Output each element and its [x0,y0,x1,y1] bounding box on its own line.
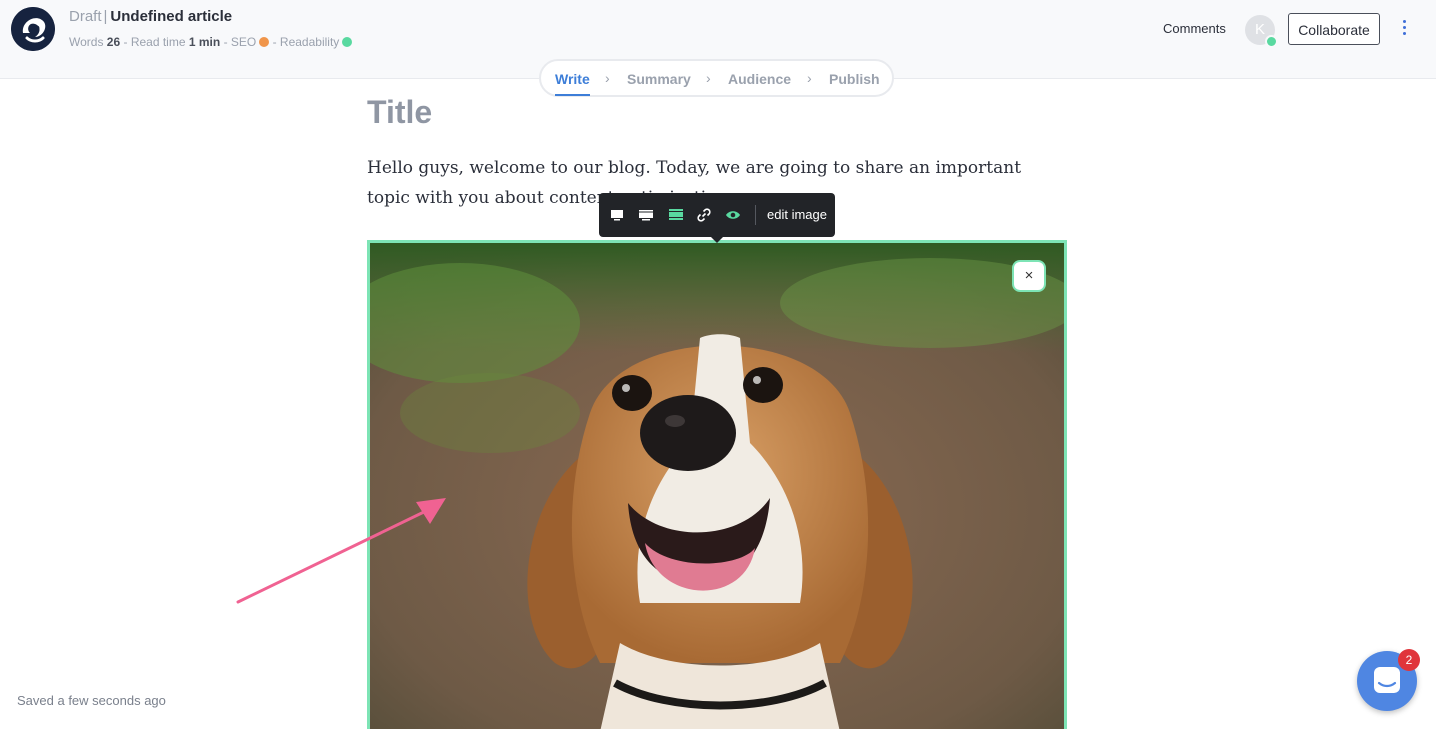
chevron-right-icon: › [605,70,610,86]
article-image[interactable] [367,240,1067,729]
eye-icon[interactable] [725,207,741,223]
words-count: 26 [106,35,121,49]
readability-label: - Readability [272,35,340,49]
chevron-right-icon: › [807,70,812,86]
document-stats: Words 26 - Read time 1 min - SEO - Reada… [69,35,353,49]
step-write[interactable]: Write [555,71,590,96]
seo-status-dot[interactable] [259,37,270,47]
toolbar-divider [755,205,756,225]
document-title-line: Draft | Undefined article [69,8,232,25]
user-avatar[interactable]: K [1245,15,1278,48]
monitor-wide-icon[interactable] [638,207,654,223]
read-time-label: - Read time [123,35,186,49]
monitor-small-icon[interactable] [609,207,625,223]
workflow-stepper: Write › Summary › Audience › Publish [539,59,894,97]
words-label: Words [69,35,104,49]
article-title-field[interactable]: Title [367,94,432,131]
seo-label: - SEO [223,35,257,49]
chevron-right-icon: › [706,70,711,86]
document-status: Draft [69,8,102,25]
dog-photo [370,243,1064,729]
monitor-full-icon[interactable] [668,207,684,223]
step-audience[interactable]: Audience [728,71,791,87]
title-separator: | [103,8,108,25]
more-options-icon[interactable] [1398,20,1410,40]
link-icon[interactable] [696,207,712,223]
comments-button[interactable]: Comments [1163,21,1226,36]
avatar-initial: K [1254,21,1265,38]
notification-badge: 2 [1398,649,1420,671]
save-status: Saved a few seconds ago [17,693,166,708]
step-publish[interactable]: Publish [829,71,880,87]
collaborate-button[interactable]: Collaborate [1288,13,1380,45]
annotation-arrow-icon [236,498,446,604]
edit-image-button[interactable]: edit image [767,207,827,222]
step-summary[interactable]: Summary [627,71,691,87]
app-logo[interactable] [11,7,55,51]
document-title[interactable]: Undefined article [110,8,232,25]
online-status-dot [1265,35,1278,48]
read-time-value: 1 min [188,35,221,49]
readability-status-dot[interactable] [342,37,353,47]
image-toolbar: edit image [599,193,835,243]
remove-image-button[interactable]: × [1012,260,1046,292]
